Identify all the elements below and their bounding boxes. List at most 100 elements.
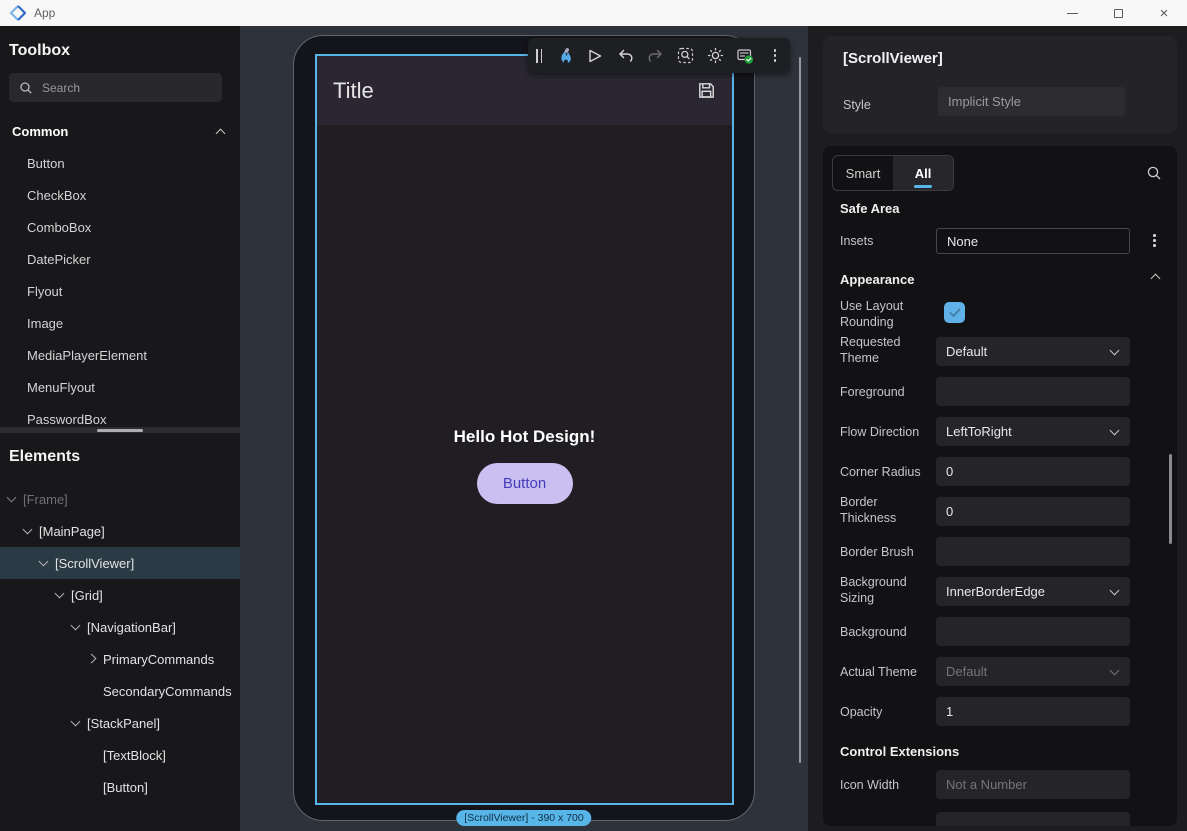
hot-design-window: App × Toolbox Common Button CheckBox Com… — [0, 0, 1187, 831]
close-button[interactable]: × — [1141, 0, 1187, 26]
more-menu-icon[interactable] — [760, 38, 790, 73]
preview-hello-text: Hello Hot Design! — [317, 427, 732, 447]
tab-smart[interactable]: Smart — [833, 156, 893, 190]
toolbox-item-flyout[interactable]: Flyout — [0, 275, 240, 307]
chevron-down-icon[interactable] — [5, 492, 19, 506]
opacity-label: Opacity — [840, 704, 932, 720]
chevron-down-icon[interactable] — [53, 588, 67, 602]
chevron-down-icon — [1111, 347, 1120, 356]
use-layout-rounding-checkbox[interactable] — [944, 302, 965, 323]
insets-more-icon[interactable] — [1153, 234, 1156, 247]
toolbox-search[interactable] — [9, 73, 222, 102]
toolbox-panel: Toolbox Common Button CheckBox ComboBox … — [0, 26, 240, 831]
toolbox-group-common[interactable]: Common — [0, 116, 240, 146]
toolbox-item-button[interactable]: Button — [0, 147, 240, 179]
tab-all[interactable]: All — [893, 156, 953, 190]
toolbox-item-mediaplayerelement[interactable]: MediaPlayerElement — [0, 339, 240, 371]
chevron-spacer — [85, 748, 99, 762]
inspector-properties-card: Smart All Safe Area Insets None Appearan… — [823, 146, 1177, 826]
preview-page-title: Title — [333, 78, 374, 104]
play-icon[interactable] — [580, 38, 610, 73]
undo-icon[interactable] — [610, 38, 640, 73]
window-titlebar: App × — [0, 0, 1187, 26]
inspector-scrollbar[interactable] — [1169, 454, 1172, 544]
foreground-label: Foreground — [840, 384, 932, 400]
maximize-button[interactable] — [1095, 0, 1141, 26]
border-brush-input[interactable] — [936, 537, 1130, 566]
chevron-down-icon[interactable] — [21, 524, 35, 538]
section-safe-area: Safe Area — [840, 201, 900, 216]
tree-node-primarycommands[interactable]: PrimaryCommands — [0, 643, 240, 675]
design-toolbar — [528, 38, 790, 73]
active-tab-indicator — [914, 185, 932, 188]
preview-button[interactable]: Button — [477, 463, 573, 504]
toolbox-item-menuflyout[interactable]: MenuFlyout — [0, 371, 240, 403]
minimize-button[interactable] — [1049, 0, 1095, 26]
elements-tree: [Frame] [MainPage] [ScrollViewer] [Grid]… — [0, 483, 240, 803]
panel-splitter[interactable] — [0, 427, 240, 433]
background-input[interactable] — [936, 617, 1130, 646]
tree-node-button[interactable]: [Button] — [0, 771, 240, 803]
section-appearance: Appearance — [840, 272, 914, 287]
chevron-down-icon — [1111, 427, 1120, 436]
border-thickness-label: Border Thickness — [840, 494, 932, 527]
search-input[interactable] — [42, 81, 192, 95]
app-preview-surface[interactable]: Title Hello Hot Design! Button — [315, 54, 734, 805]
theme-toggle-icon[interactable] — [700, 38, 730, 73]
icon-width-input[interactable]: Not a Number — [936, 770, 1130, 799]
search-icon — [19, 81, 33, 95]
canvas-scrollbar[interactable] — [799, 57, 801, 763]
chevron-right-icon[interactable] — [85, 652, 99, 666]
toolbox-item-combobox[interactable]: ComboBox — [0, 211, 240, 243]
requested-theme-select[interactable]: Default — [936, 337, 1130, 366]
clipped-input[interactable] — [936, 812, 1130, 826]
tree-node-mainpage[interactable]: [MainPage] — [0, 515, 240, 547]
icon-width-label: Icon Width — [840, 777, 932, 793]
chevron-down-icon[interactable] — [69, 716, 83, 730]
insets-label: Insets — [840, 233, 932, 249]
use-layout-rounding-label: Use Layout Rounding — [840, 298, 932, 331]
toolbox-item-datepicker[interactable]: DatePicker — [0, 243, 240, 275]
toolbox-header: Toolbox — [9, 42, 70, 60]
elements-header: Elements — [9, 448, 80, 466]
inspector-header-card: [ScrollViewer] Style Implicit Style — [823, 36, 1177, 133]
tree-node-grid[interactable]: [Grid] — [0, 579, 240, 611]
app-logo-icon — [9, 4, 27, 22]
toolbar-drag-handle[interactable] — [528, 38, 550, 73]
inspector-title: [ScrollViewer] — [843, 50, 943, 67]
toolbox-item-checkbox[interactable]: CheckBox — [0, 179, 240, 211]
corner-radius-label: Corner Radius — [840, 464, 932, 480]
flow-direction-label: Flow Direction — [840, 424, 932, 440]
chevron-down-icon[interactable] — [37, 556, 51, 570]
chevron-down-icon[interactable] — [69, 620, 83, 634]
tree-node-navigationbar[interactable]: [NavigationBar] — [0, 611, 240, 643]
style-label: Style — [843, 98, 871, 112]
check-icon — [949, 308, 961, 318]
hot-design-flame-icon[interactable] — [550, 38, 580, 73]
corner-radius-input[interactable]: 0 — [936, 457, 1130, 486]
chevron-up-icon — [217, 127, 226, 136]
tree-node-secondarycommands[interactable]: SecondaryCommands — [0, 675, 240, 707]
tree-node-stackpanel[interactable]: [StackPanel] — [0, 707, 240, 739]
window-title: App — [34, 6, 55, 20]
toolbox-item-image[interactable]: Image — [0, 307, 240, 339]
insets-input[interactable]: None — [936, 228, 1130, 254]
background-sizing-select[interactable]: InnerBorderEdge — [936, 577, 1130, 606]
properties-search-icon[interactable] — [1146, 165, 1163, 182]
opacity-input[interactable]: 1 — [936, 697, 1130, 726]
inspect-element-icon[interactable] — [670, 38, 700, 73]
flow-direction-select[interactable]: LeftToRight — [936, 417, 1130, 446]
connected-status-icon[interactable] — [730, 38, 760, 73]
tree-node-scrollviewer[interactable]: [ScrollViewer] — [0, 547, 240, 579]
tree-node-textblock[interactable]: [TextBlock] — [0, 739, 240, 771]
actual-theme-label: Actual Theme — [840, 664, 932, 680]
tree-node-frame[interactable]: [Frame] — [0, 483, 240, 515]
collapse-section-icon[interactable] — [1151, 272, 1161, 282]
save-icon[interactable] — [697, 81, 716, 100]
border-thickness-input[interactable]: 0 — [936, 497, 1130, 526]
selection-size-badge: [ScrollViewer] - 390 x 700 — [456, 810, 591, 826]
style-input[interactable]: Implicit Style — [938, 87, 1125, 116]
redo-icon[interactable] — [640, 38, 670, 73]
chevron-spacer — [85, 684, 99, 698]
foreground-input[interactable] — [936, 377, 1130, 406]
